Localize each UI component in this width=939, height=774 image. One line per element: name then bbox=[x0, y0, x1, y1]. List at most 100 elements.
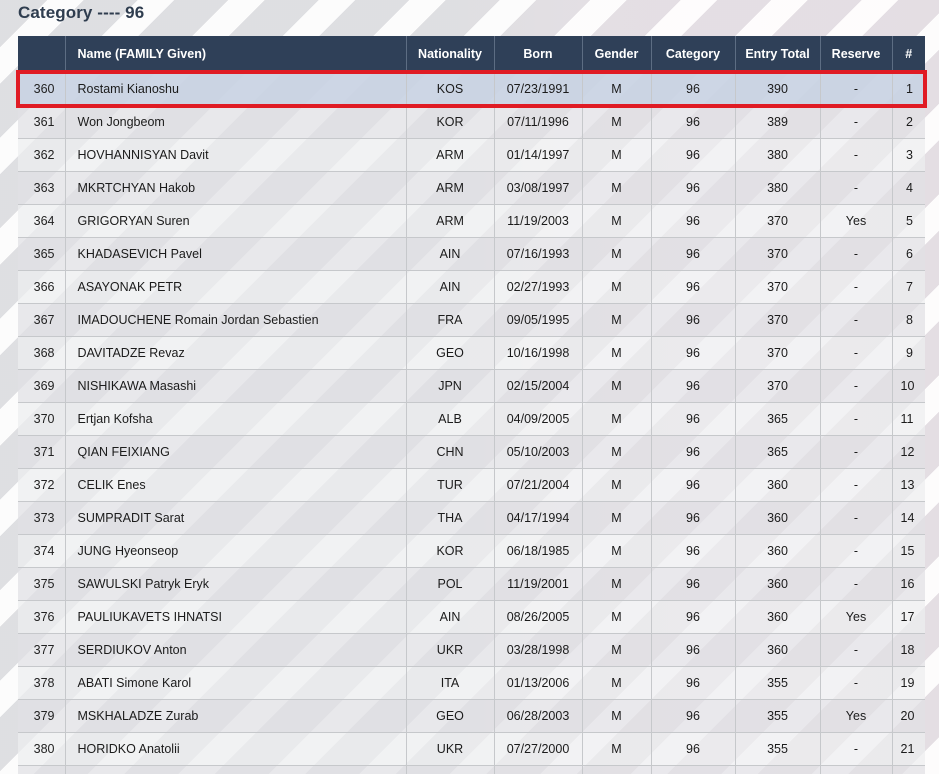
cell-entry-total: 365 bbox=[735, 402, 820, 435]
cell-name: Won Jongbeom bbox=[65, 105, 406, 138]
cell-nationality: CHN bbox=[406, 435, 494, 468]
cell-nationality: FRA bbox=[406, 303, 494, 336]
cell-reserve: - bbox=[820, 567, 892, 600]
cell-category: 96 bbox=[651, 204, 735, 237]
cell-id: 363 bbox=[18, 171, 65, 204]
cell-id: 372 bbox=[18, 468, 65, 501]
cell-reserve: - bbox=[820, 666, 892, 699]
cell-name: GRIGORYAN Suren bbox=[65, 204, 406, 237]
cell-name: SERDIUKOV Anton bbox=[65, 633, 406, 666]
column-header-born[interactable]: Born bbox=[494, 36, 582, 72]
cell-rank: 9 bbox=[892, 336, 925, 369]
cell-category: 96 bbox=[651, 105, 735, 138]
table-row[interactable]: 361Won JongbeomKOR07/11/1996M96389-2 bbox=[18, 105, 925, 138]
table-row[interactable]: 370Ertjan KofshaALB04/09/2005M96365-11 bbox=[18, 402, 925, 435]
table-row[interactable]: 379MSKHALADZE ZurabGEO06/28/2003M96355Ye… bbox=[18, 699, 925, 732]
table-row[interactable]: 374JUNG HyeonseopKOR06/18/1985M96360-15 bbox=[18, 534, 925, 567]
cell-category: 96 bbox=[651, 369, 735, 402]
table-row[interactable]: 368DAVITADZE RevazGEO10/16/1998M96370-9 bbox=[18, 336, 925, 369]
cell-name: QIAN FEIXIANG bbox=[65, 435, 406, 468]
column-header-reserve[interactable]: Reserve bbox=[820, 36, 892, 72]
cell-rank: 1 bbox=[892, 72, 925, 105]
cell-name: JUNG Hyeonseop bbox=[65, 534, 406, 567]
table-row[interactable]: 377SERDIUKOV AntonUKR03/28/1998M96360-18 bbox=[18, 633, 925, 666]
cell-rank: 18 bbox=[892, 633, 925, 666]
cell-born: 11/19/2003 bbox=[494, 204, 582, 237]
cell-reserve: - bbox=[820, 402, 892, 435]
table-row[interactable] bbox=[18, 765, 925, 774]
cell-born: 04/17/1994 bbox=[494, 501, 582, 534]
table-row[interactable]: 366ASAYONAK PETRAIN02/27/1993M96370-7 bbox=[18, 270, 925, 303]
cell-category: 96 bbox=[651, 534, 735, 567]
cell-category: 96 bbox=[651, 699, 735, 732]
cell-entry-total: 360 bbox=[735, 567, 820, 600]
cell-name: SUMPRADIT Sarat bbox=[65, 501, 406, 534]
cell-id: 366 bbox=[18, 270, 65, 303]
cell-nationality: ARM bbox=[406, 204, 494, 237]
cell-reserve: - bbox=[820, 105, 892, 138]
cell-entry-total: 355 bbox=[735, 666, 820, 699]
cell-id: 377 bbox=[18, 633, 65, 666]
column-header-entry-total[interactable]: Entry Total bbox=[735, 36, 820, 72]
cell-born: 03/28/1998 bbox=[494, 633, 582, 666]
table-row[interactable]: 365KHADASEVICH PavelAIN07/16/1993M96370-… bbox=[18, 237, 925, 270]
table-row[interactable]: 367IMADOUCHENE Romain Jordan SebastienFR… bbox=[18, 303, 925, 336]
cell-rank: 17 bbox=[892, 600, 925, 633]
entries-table-container[interactable]: Name (FAMILY Given) Nationality Born Gen… bbox=[18, 36, 925, 774]
table-row[interactable]: 360Rostami KianoshuKOS07/23/1991M96390-1 bbox=[18, 72, 925, 105]
table-row[interactable]: 362HOVHANNISYAN DavitARM01/14/1997M96380… bbox=[18, 138, 925, 171]
cell-gender: M bbox=[582, 369, 651, 402]
cell-name: NISHIKAWA Masashi bbox=[65, 369, 406, 402]
column-header-id[interactable] bbox=[18, 36, 65, 72]
table-row[interactable]: 378ABATI Simone KarolITA01/13/2006M96355… bbox=[18, 666, 925, 699]
table-row[interactable]: 380HORIDKO AnatoliiUKR07/27/2000M96355-2… bbox=[18, 732, 925, 765]
cell-reserve: - bbox=[820, 468, 892, 501]
cell-entry-total: 360 bbox=[735, 468, 820, 501]
column-header-category[interactable]: Category bbox=[651, 36, 735, 72]
cell-name: ABATI Simone Karol bbox=[65, 666, 406, 699]
table-row[interactable]: 371QIAN FEIXIANGCHN05/10/2003M96365-12 bbox=[18, 435, 925, 468]
cell-id: 379 bbox=[18, 699, 65, 732]
cell-category bbox=[651, 765, 735, 774]
table-row[interactable]: 373SUMPRADIT SaratTHA04/17/1994M96360-14 bbox=[18, 501, 925, 534]
column-header-gender[interactable]: Gender bbox=[582, 36, 651, 72]
cell-born: 04/09/2005 bbox=[494, 402, 582, 435]
table-row[interactable]: 375SAWULSKI Patryk ErykPOL11/19/2001M963… bbox=[18, 567, 925, 600]
cell-gender: M bbox=[582, 699, 651, 732]
cell-gender: M bbox=[582, 732, 651, 765]
table-row[interactable]: 363MKRTCHYAN HakobARM03/08/1997M96380-4 bbox=[18, 171, 925, 204]
cell-gender: M bbox=[582, 567, 651, 600]
cell-category: 96 bbox=[651, 600, 735, 633]
column-header-name[interactable]: Name (FAMILY Given) bbox=[65, 36, 406, 72]
table-row[interactable]: 369NISHIKAWA MasashiJPN02/15/2004M96370-… bbox=[18, 369, 925, 402]
table-row[interactable]: 372CELIK EnesTUR07/21/2004M96360-13 bbox=[18, 468, 925, 501]
cell-reserve: - bbox=[820, 237, 892, 270]
cell-id: 370 bbox=[18, 402, 65, 435]
cell-gender: M bbox=[582, 270, 651, 303]
cell-gender: M bbox=[582, 534, 651, 567]
cell-entry-total: 355 bbox=[735, 699, 820, 732]
cell-entry-total: 360 bbox=[735, 534, 820, 567]
cell-rank: 10 bbox=[892, 369, 925, 402]
column-header-nationality[interactable]: Nationality bbox=[406, 36, 494, 72]
cell-rank: 8 bbox=[892, 303, 925, 336]
cell-entry-total: 360 bbox=[735, 633, 820, 666]
cell-gender: M bbox=[582, 72, 651, 105]
cell-rank: 12 bbox=[892, 435, 925, 468]
cell-nationality: JPN bbox=[406, 369, 494, 402]
cell-id: 371 bbox=[18, 435, 65, 468]
column-header-rank[interactable]: # bbox=[892, 36, 925, 72]
table-row[interactable]: 364GRIGORYAN SurenARM11/19/2003M96370Yes… bbox=[18, 204, 925, 237]
cell-rank: 16 bbox=[892, 567, 925, 600]
cell-id bbox=[18, 765, 65, 774]
table-row[interactable]: 376PAULIUKAVETS IHNATSIAIN08/26/2005M963… bbox=[18, 600, 925, 633]
cell-category: 96 bbox=[651, 468, 735, 501]
entries-table: Name (FAMILY Given) Nationality Born Gen… bbox=[18, 36, 925, 774]
cell-category: 96 bbox=[651, 567, 735, 600]
cell-gender: M bbox=[582, 435, 651, 468]
cell-category: 96 bbox=[651, 501, 735, 534]
cell-born: 05/10/2003 bbox=[494, 435, 582, 468]
cell-born: 08/26/2005 bbox=[494, 600, 582, 633]
cell-gender: M bbox=[582, 600, 651, 633]
cell-nationality: AIN bbox=[406, 270, 494, 303]
